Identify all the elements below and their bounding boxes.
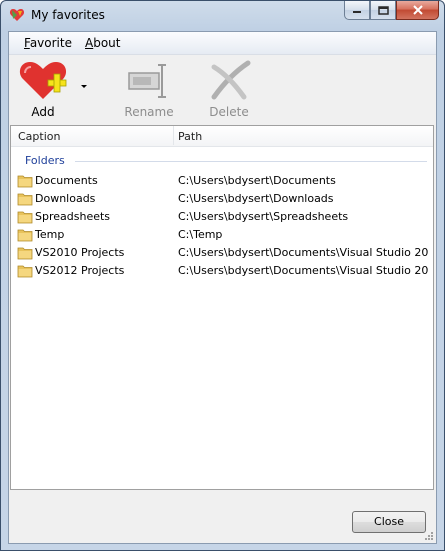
caption-buttons: [344, 1, 439, 21]
list-item[interactable]: Temp C:\Temp: [11, 226, 433, 244]
client-area: Favorite About Add Rename Delete Caption…: [8, 31, 437, 544]
folder-icon: [17, 193, 33, 206]
minimize-icon: [353, 11, 361, 13]
list-item[interactable]: Downloads C:\Users\bdysert\Downloads: [11, 190, 433, 208]
item-path: C:\Users\bdysert\Documents: [178, 174, 336, 187]
item-caption: Temp: [35, 228, 65, 241]
close-button[interactable]: Close: [352, 511, 426, 533]
window-title: My favorites: [31, 8, 105, 22]
app-window: My favorites Favorite About Add Rename D…: [0, 0, 445, 551]
list-header: Caption Path: [11, 126, 433, 147]
item-caption: Documents: [35, 174, 98, 187]
item-path: C:\Users\bdysert\Downloads: [178, 192, 334, 205]
folder-icon: [17, 229, 33, 242]
list-item[interactable]: Spreadsheets C:\Users\bdysert\Spreadshee…: [11, 208, 433, 226]
rename-button[interactable]: Rename: [119, 57, 179, 121]
list-item[interactable]: VS2012 Projects C:\Users\bdysert\Documen…: [11, 262, 433, 280]
item-path: C:\Users\bdysert\Spreadsheets: [178, 210, 349, 223]
title-bar[interactable]: My favorites: [1, 1, 444, 31]
folder-icon: [17, 247, 33, 260]
folder-icon: [17, 265, 33, 278]
close-icon: [412, 5, 423, 15]
close-window-button[interactable]: [396, 1, 439, 20]
add-button[interactable]: Add: [13, 57, 73, 121]
item-caption: Spreadsheets: [35, 210, 111, 223]
favorites-list[interactable]: Caption Path Folders Documents C:\Users\…: [10, 125, 434, 490]
list-item[interactable]: Documents C:\Users\bdysert\Documents: [11, 172, 433, 190]
item-path: C:\Users\bdysert\Documents\Visual Studio…: [178, 264, 428, 277]
menu-favorite[interactable]: Favorite: [24, 36, 72, 50]
menu-bar: Favorite About: [9, 32, 436, 55]
item-caption: VS2010 Projects: [35, 246, 125, 259]
group-divider: [75, 161, 427, 162]
maximize-button[interactable]: [370, 1, 396, 20]
delete-label: Delete: [209, 105, 249, 119]
add-dropdown-arrow-icon[interactable]: [81, 85, 87, 88]
item-caption: Downloads: [35, 192, 96, 205]
column-separator[interactable]: [173, 126, 174, 145]
add-label: Add: [31, 105, 55, 119]
maximize-icon: [377, 5, 389, 15]
minimize-button[interactable]: [344, 1, 370, 20]
delete-button[interactable]: Delete: [199, 57, 259, 121]
heart-plus-icon: [19, 62, 67, 99]
group-header-folders[interactable]: Folders: [25, 154, 65, 167]
item-caption: VS2012 Projects: [35, 264, 125, 277]
menu-about[interactable]: About: [85, 36, 121, 50]
folder-icon: [17, 175, 33, 188]
folder-icon: [17, 211, 33, 224]
delete-x-icon: [211, 60, 251, 100]
app-heart-icon: [9, 9, 25, 21]
rename-icon: [128, 64, 166, 98]
resize-grip-icon[interactable]: [424, 531, 434, 541]
item-path: C:\Temp: [178, 228, 223, 241]
rename-label: Rename: [124, 105, 174, 119]
column-path[interactable]: Path: [178, 130, 202, 143]
column-caption[interactable]: Caption: [18, 130, 60, 143]
item-path: C:\Users\bdysert\Documents\Visual Studio…: [178, 246, 428, 259]
toolbar: Add Rename Delete: [9, 55, 436, 123]
list-item[interactable]: VS2010 Projects C:\Users\bdysert\Documen…: [11, 244, 433, 262]
